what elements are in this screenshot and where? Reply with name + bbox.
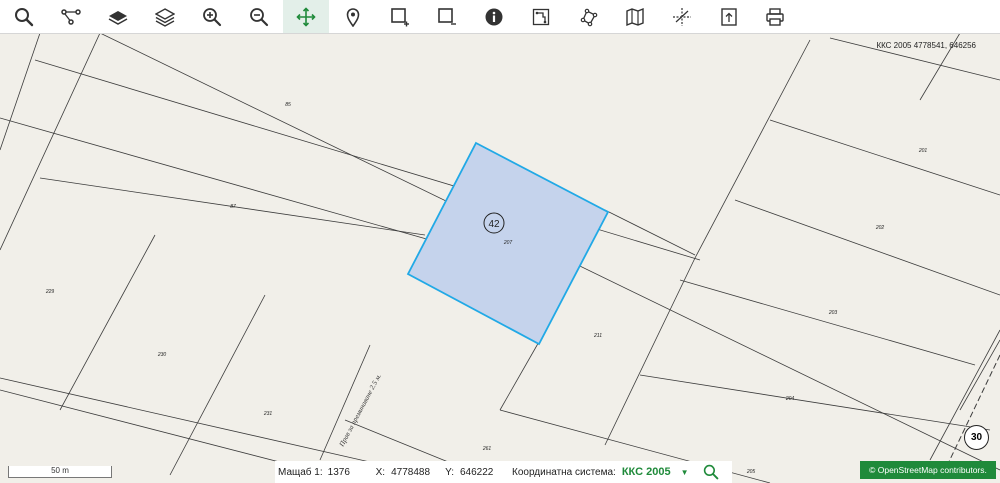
parcel-label: 205 <box>746 469 756 475</box>
scale-bar: 50 m <box>8 466 112 478</box>
map-tool[interactable] <box>612 0 658 33</box>
selected-parcel-number: 207 <box>503 240 513 246</box>
parcel-label: 201 <box>918 148 928 154</box>
print-tool[interactable] <box>752 0 798 33</box>
cadastral-map[interactable]: 42 207 85 87 229 230 231 261 211 201 202… <box>0 33 1000 483</box>
export-tool[interactable] <box>706 0 752 33</box>
parcel-label: 229 <box>45 289 55 295</box>
select-rect-remove-tool[interactable] <box>424 0 470 33</box>
crs-value[interactable]: ККС 2005 <box>622 466 671 478</box>
search-icon <box>15 7 34 26</box>
map-icon <box>626 7 644 26</box>
select-rect-remove-icon <box>438 7 456 25</box>
measure-area-tool[interactable] <box>565 0 611 33</box>
info-tool[interactable] <box>471 0 517 33</box>
layers-icon <box>155 7 175 27</box>
select-rect-add-tool[interactable] <box>377 0 423 33</box>
route-icon <box>61 8 81 25</box>
parcel-label: 231 <box>263 411 273 417</box>
layer-tool[interactable] <box>95 0 141 33</box>
route-tool[interactable] <box>48 0 94 33</box>
y-value[interactable]: 646222 <box>460 467 512 478</box>
export-icon <box>721 7 737 26</box>
pan-tool[interactable] <box>283 0 329 33</box>
pan-icon <box>296 6 316 27</box>
zoom-out-icon <box>250 7 269 26</box>
coordinates-readout: ККС 2005 4778541, 646256 <box>876 41 976 50</box>
crs-search-button[interactable] <box>703 464 719 480</box>
selected-parcel-label: 42 <box>488 219 500 230</box>
crs-label: Координатна система: <box>512 466 616 478</box>
zoom-in-icon <box>203 7 222 26</box>
attribution[interactable]: © OpenStreetMap contributors. <box>860 461 996 479</box>
marker-tool[interactable] <box>330 0 376 33</box>
info-icon <box>485 8 503 25</box>
print-icon <box>766 7 784 26</box>
measure-area-icon <box>580 8 598 26</box>
parcel-label: 204 <box>785 396 795 402</box>
crosshair-tool[interactable] <box>659 0 705 33</box>
parcel-label: 203 <box>828 310 838 316</box>
status-bar: Мащаб 1: 1376 X: 4778488 Y: 646222 Коорд… <box>275 461 732 483</box>
crs-dropdown-icon[interactable]: ▼ <box>681 468 689 477</box>
zoom-in-tool[interactable] <box>189 0 235 33</box>
select-rect-add-icon <box>391 7 409 26</box>
zoom-out-tool[interactable] <box>236 0 282 33</box>
parcel-label: 87 <box>230 204 236 210</box>
parcel-label: 85 <box>285 102 291 108</box>
parcel-label: 202 <box>875 225 885 231</box>
crosshair-icon <box>673 7 691 26</box>
parcel-label: 261 <box>482 446 492 452</box>
x-value[interactable]: 4778488 <box>391 467 445 478</box>
road-number-badge: 30 <box>964 425 989 450</box>
y-label: Y: <box>445 466 454 478</box>
scale-label: Мащаб 1: <box>278 466 323 478</box>
parcel-label: 211 <box>593 333 602 339</box>
layer-icon <box>108 10 128 25</box>
x-label: X: <box>375 466 386 478</box>
measure-distance-tool[interactable] <box>518 0 564 33</box>
scale-value[interactable]: 1376 <box>328 467 376 478</box>
measure-distance-icon <box>532 8 550 25</box>
layers-tool[interactable] <box>142 0 188 33</box>
marker-icon <box>346 7 360 27</box>
parcel-label: 230 <box>157 352 167 358</box>
search-tool[interactable] <box>1 0 47 33</box>
toolbar <box>0 0 1000 34</box>
search-icon <box>703 464 718 480</box>
